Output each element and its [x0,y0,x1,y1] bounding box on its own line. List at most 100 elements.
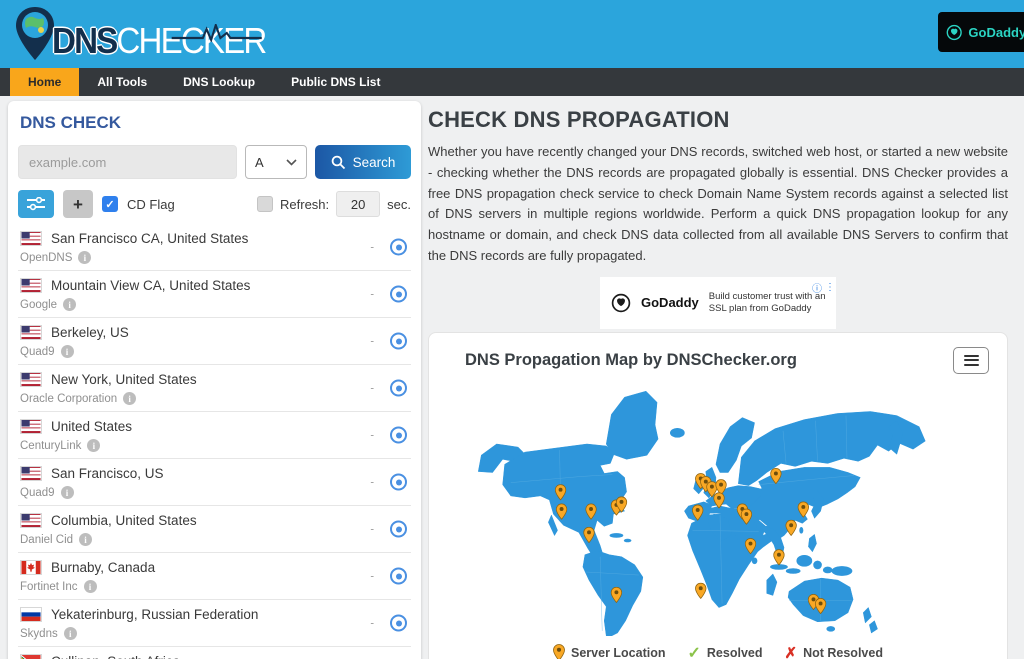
info-icon[interactable]: i [61,345,74,358]
ad-menu-icon[interactable]: ⋮ [825,282,835,293]
server-result: - [370,288,374,300]
recheck-icon[interactable] [390,333,407,350]
hostname-input[interactable] [18,145,237,179]
recheck-icon[interactable] [390,568,407,585]
info-icon[interactable]: i [63,298,76,311]
cd-flag-label: CD Flag [127,197,175,212]
server-row: San Francisco CA, United States OpenDNS … [18,224,411,270]
server-provider: Skydns [20,628,58,640]
flag-canada-icon [20,560,42,575]
server-row: Burnaby, Canada Fortinet Inc i - [18,552,411,599]
search-button[interactable]: Search [315,145,411,179]
info-icon[interactable]: i [79,533,92,546]
recheck-icon[interactable] [390,427,407,444]
map-menu-button[interactable] [953,347,989,374]
server-location-pin [774,549,785,564]
refresh-unit: sec. [387,197,411,212]
server-location: United States [51,419,132,434]
nav-item-dns-lookup[interactable]: DNS Lookup [165,68,273,96]
recheck-icon[interactable] [390,380,407,397]
info-icon[interactable]: i [84,580,97,593]
recheck-icon[interactable] [390,615,407,632]
server-row: Berkeley, US Quad9 i - [18,317,411,364]
dnschecker-logo[interactable]: DNS CHECKER [14,6,284,62]
site-header: DNS CHECKER GoDaddy Buildbuildwith [0,0,1024,68]
recheck-icon[interactable] [390,239,407,256]
chevron-down-icon [286,159,297,166]
nav-item-public-dns-list[interactable]: Public DNS List [273,68,398,96]
info-icon[interactable]: i [64,627,77,640]
server-result: - [370,382,374,394]
server-result: - [370,476,374,488]
godaddy-logo-icon [946,24,962,41]
ad-info-icon[interactable]: ⓘ [812,280,822,295]
recheck-icon[interactable] [390,286,407,303]
server-result: - [370,617,374,629]
panel-title: DNS CHECK [20,113,411,133]
server-location: Berkeley, US [51,325,129,340]
godaddy-ad-text: Build customer trust with anSSL plan fro… [709,291,826,315]
check-icon: ✓ [688,643,701,659]
sliders-icon [27,197,45,211]
legend-cross: ✗Not Resolved [785,644,883,659]
record-type-select[interactable]: A [245,145,307,179]
server-location: Cullinan, South Africa [51,654,180,659]
refresh-seconds-input[interactable] [336,191,380,217]
server-row: Mountain View CA, United States Google i… [18,270,411,317]
server-provider: Fortinet Inc [20,581,78,593]
nav-item-home[interactable]: Home [10,68,79,96]
server-provider: Google [20,299,57,311]
recheck-icon[interactable] [390,474,407,491]
logo-checker-text: CHECKER [116,20,265,62]
server-location-pin [714,493,725,508]
server-location: Mountain View CA, United States [51,278,250,293]
page-title: CHECK DNS PROPAGATION [428,107,1008,133]
info-icon[interactable]: i [87,439,100,452]
server-result: - [370,335,374,347]
godaddy-brand-text: GoDaddy [968,25,1024,40]
info-icon[interactable]: i [78,251,91,264]
server-row: Columbia, United States Daniel Cid i - [18,505,411,552]
server-row: United States CenturyLink i - [18,411,411,458]
server-list: San Francisco CA, United States OpenDNS … [18,224,411,659]
main-nav: HomeAll ToolsDNS LookupPublic DNS List [0,68,1024,96]
server-provider: CenturyLink [20,440,81,452]
map-title: DNS Propagation Map by DNSChecker.org [465,351,797,370]
server-row: San Francisco, US Quad9 i - [18,458,411,505]
godaddy-inline-ad[interactable]: GoDaddy Build customer trust with anSSL … [607,284,829,322]
info-icon[interactable]: i [123,392,136,405]
propagation-map-card: DNS Propagation Map by DNSChecker.org [428,332,1008,659]
dns-check-panel: DNS CHECK A Search [8,101,421,659]
info-icon[interactable]: i [61,486,74,499]
legend-pin: Server Location [553,644,665,659]
server-location: Burnaby, Canada [51,560,155,575]
flag-us-icon [20,325,42,340]
server-provider: Quad9 [20,487,55,499]
map-pin-globe-icon [14,6,56,62]
godaddy-header-ad[interactable]: GoDaddy Buildbuildwith [938,12,1024,52]
server-result: - [370,523,374,535]
server-row: Cullinan, South Africa Liquid Telecommun… [18,646,411,659]
flag-us-icon [20,466,42,481]
flag-us-icon [20,372,42,387]
server-provider: OpenDNS [20,252,72,264]
server-location: Columbia, United States [51,513,197,528]
search-icon [331,155,346,170]
nav-item-all-tools[interactable]: All Tools [79,68,165,96]
flag-south-africa-icon [20,654,42,659]
map-legend: Server Location ✓Resolved ✗Not Resolved [445,643,991,659]
pulse-line-icon [172,24,264,42]
server-result: - [370,241,374,253]
server-location: New York, United States [51,372,197,387]
refresh-checkbox[interactable] [257,196,273,212]
intro-paragraph: Whether you have recently changed your D… [428,142,1008,267]
cd-flag-checkbox[interactable]: ✓ [102,196,118,212]
options-toggle-button[interactable] [18,190,54,218]
recheck-icon[interactable] [390,521,407,538]
server-provider: Daniel Cid [20,534,73,546]
pin-icon [553,644,565,659]
legend-check: ✓Resolved [688,643,763,659]
add-server-button[interactable]: + [63,190,93,218]
godaddy-brand-text: GoDaddy [641,295,699,310]
logo-dns-text: DNS [52,20,116,62]
